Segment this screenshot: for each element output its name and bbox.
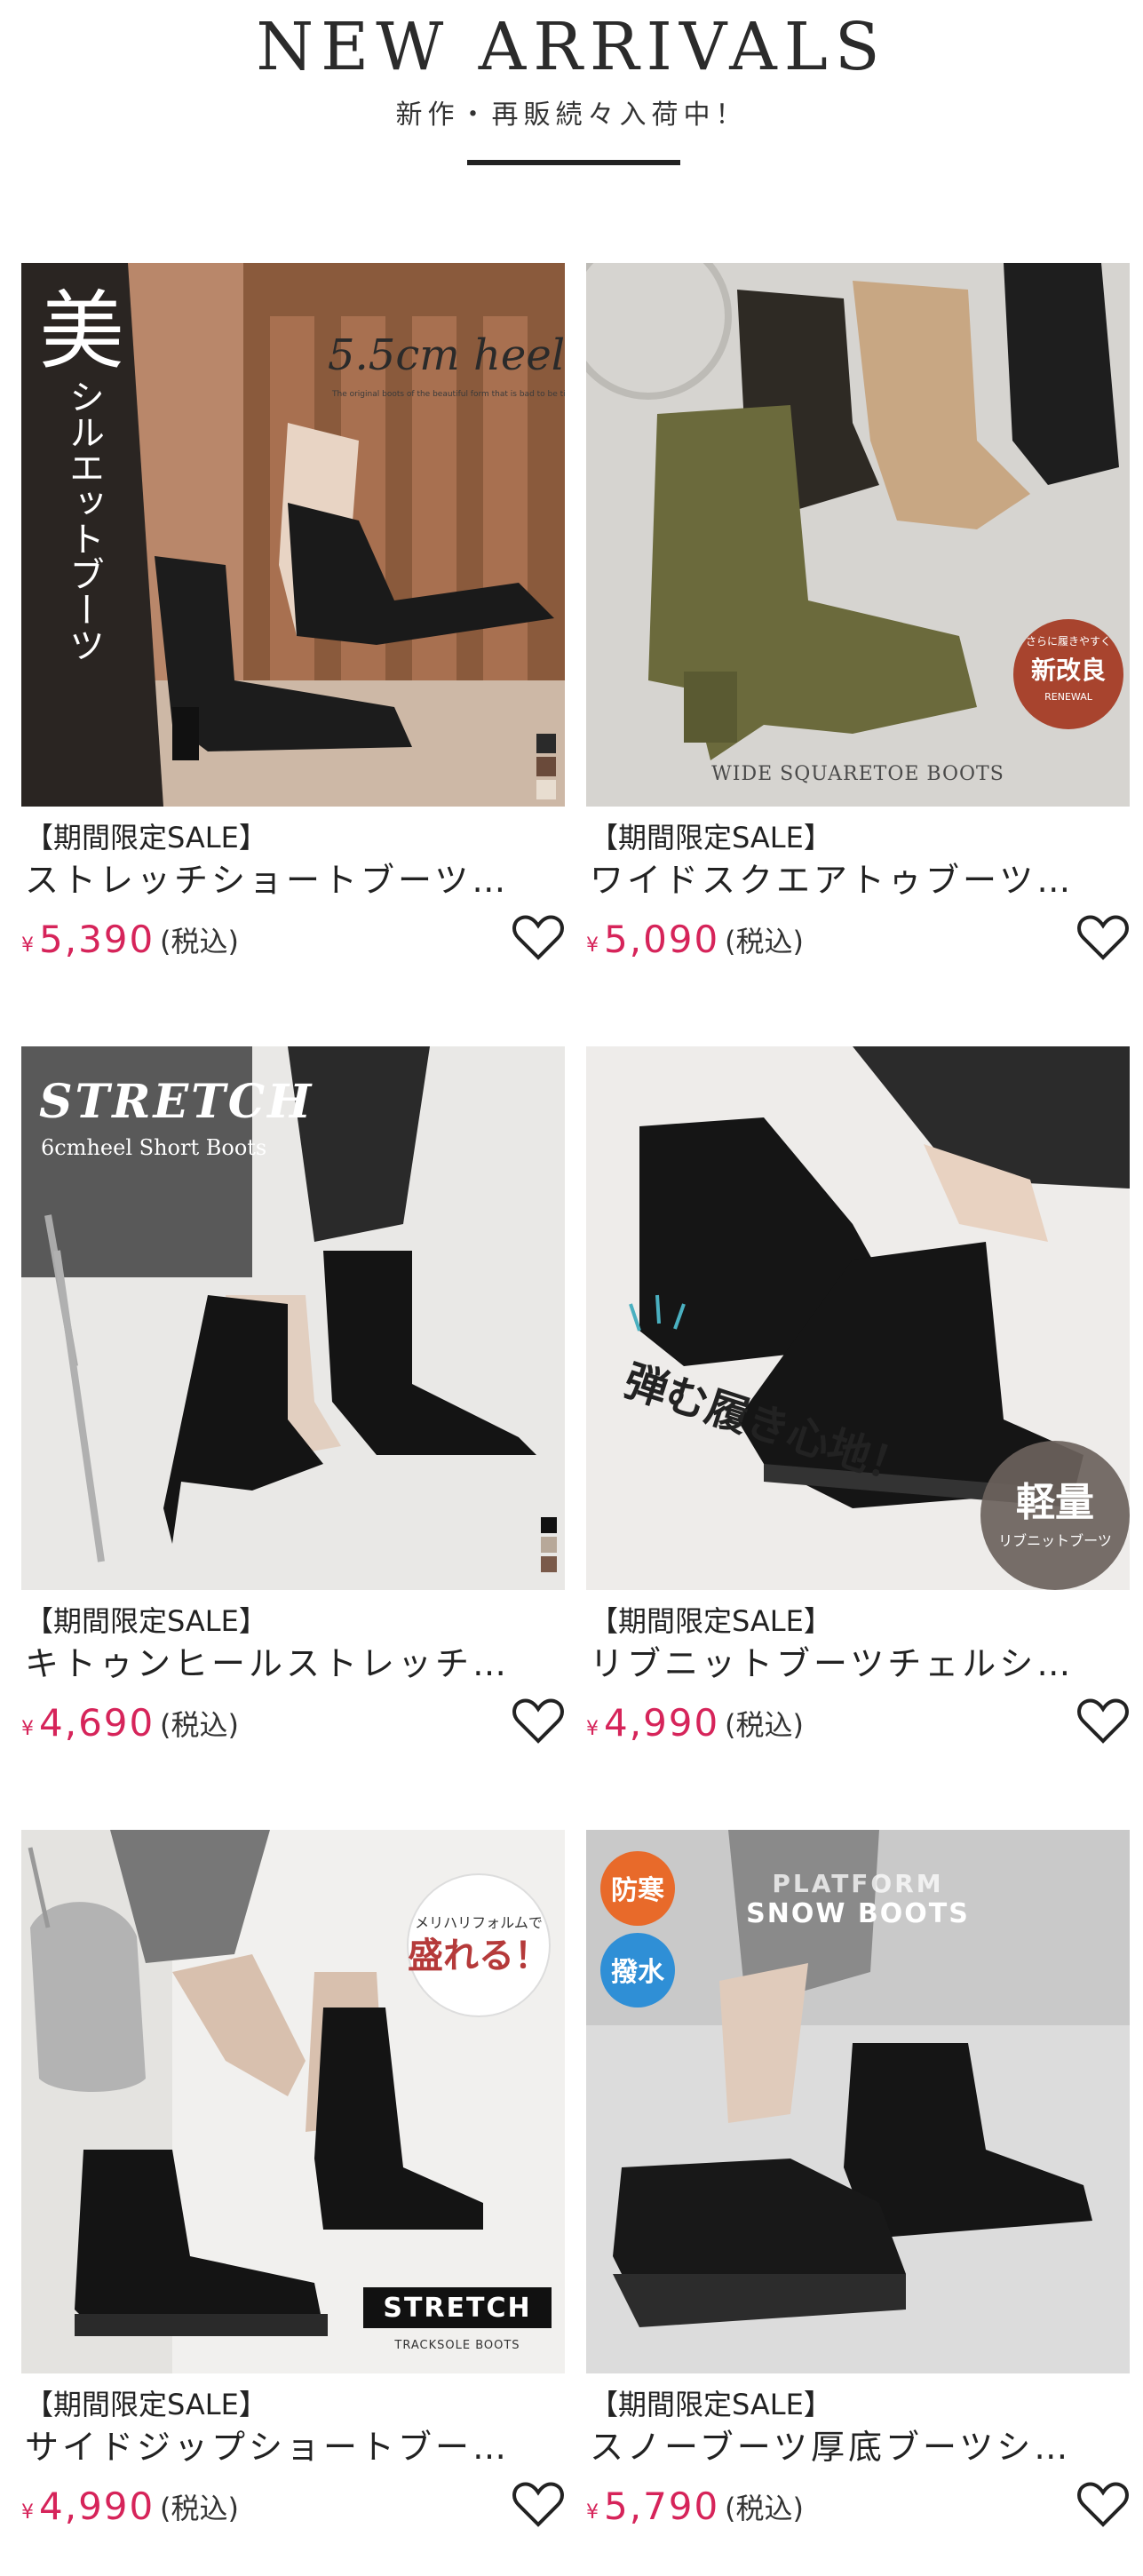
product-image[interactable]: 軽量 リブニットブーツ 弾む履き心地！ (586, 1046, 1130, 1590)
tax-label: (税込) (160, 925, 239, 958)
label-text: STRETCH (383, 2293, 531, 2324)
heart-outline-icon[interactable] (1076, 913, 1130, 963)
product-name[interactable]: ワイドスクエアトゥブーツ… (590, 858, 1123, 902)
tax-label: (税込) (160, 1708, 239, 1742)
currency-symbol: ¥ (586, 1718, 599, 1740)
currency-symbol: ¥ (21, 1718, 34, 1740)
tax-label: (税込) (725, 925, 804, 958)
image-vertical-text: シルエットブーツ (63, 378, 104, 663)
badge-big-text: 新改良 (1031, 656, 1106, 685)
badge-water-text: 撥水 (611, 1957, 665, 1988)
price-row: ¥ 4,990 (税込) (21, 2480, 565, 2533)
page-subtitle: 新作・再販続々入荷中！ (395, 99, 748, 131)
badge-warm-text: 防寒 (611, 1875, 664, 1906)
currency-symbol: ¥ (586, 934, 599, 957)
image-script-text: 5.5cm heel (328, 330, 565, 380)
sale-tag: 【期間限定SALE】 (590, 1604, 832, 1638)
heart-outline-icon[interactable] (1076, 2480, 1130, 2530)
tax-label: (税込) (725, 2492, 804, 2525)
price-row: ¥ 4,690 (税込) (21, 1697, 565, 1750)
bubble-big-text: 盛れる！ (408, 1936, 550, 1976)
product-image[interactable]: 防寒 撥水 PLATFORM SNOW BOOTS (586, 1830, 1130, 2373)
product-price: 4,690 (39, 1701, 155, 1745)
sale-tag: 【期間限定SALE】 (590, 2388, 832, 2421)
product-image[interactable]: STRETCH 6cmheel Short Boots (21, 1046, 565, 1590)
title-underline (467, 160, 680, 165)
currency-symbol: ¥ (586, 2501, 599, 2524)
sale-tag: 【期間限定SALE】 (25, 821, 267, 855)
image-headline-1: PLATFORM (772, 1869, 943, 1898)
product-price: 5,390 (39, 918, 155, 961)
product-name[interactable]: スノーブーツ厚底ブーツシ… (590, 2425, 1123, 2469)
product-price: 4,990 (604, 1701, 720, 1745)
tax-label: (税込) (725, 1708, 804, 1742)
product-name[interactable]: ストレッチショートブーツ… (25, 858, 558, 902)
image-caption: The original boots of the beautiful form… (331, 390, 565, 399)
product-name[interactable]: キトゥンヒールストレッチ… (25, 1642, 558, 1686)
product-name[interactable]: サイドジップショートブー… (25, 2425, 558, 2469)
image-big-kanji: 美 (39, 282, 124, 381)
page-title: NEW ARRIVALS (256, 9, 887, 85)
product-price: 5,790 (604, 2485, 720, 2528)
currency-symbol: ¥ (21, 2501, 34, 2524)
product-price: 4,990 (39, 2485, 155, 2528)
product-image[interactable]: メリハリフォルムで 盛れる！ STRETCH TRACKSOLE BOOTS (21, 1830, 565, 2373)
heart-outline-icon[interactable] (1076, 1697, 1130, 1746)
product-price: 5,090 (604, 918, 720, 961)
product-image[interactable]: さらに履きやすく 新改良 RENEWAL WIDE SQUARETOE BOOT… (586, 263, 1130, 807)
label-sub-text: TRACKSOLE BOOTS (393, 2339, 520, 2352)
price-row: ¥ 4,990 (税込) (586, 1697, 1130, 1750)
badge-sub-text: RENEWAL (1044, 691, 1093, 703)
image-headline: STRETCH (39, 1075, 314, 1129)
image-caption: WIDE SQUARETOE BOOTS (711, 763, 1004, 785)
sale-tag: 【期間限定SALE】 (25, 1604, 267, 1638)
price-row: ¥ 5,390 (税込) (21, 913, 565, 966)
product-name[interactable]: リブニットブーツチェルシ… (590, 1642, 1123, 1686)
product-image[interactable]: 美 シルエットブーツ 5.5cm heel The original boots… (21, 263, 565, 807)
price-row: ¥ 5,090 (税込) (586, 913, 1130, 966)
image-subheadline: 6cmheel Short Boots (41, 1135, 266, 1160)
price-row: ¥ 5,790 (税込) (586, 2480, 1130, 2533)
currency-symbol: ¥ (21, 934, 34, 957)
badge-small-text: さらに履きやすく (1026, 635, 1111, 648)
bubble-small-text: メリハリフォルムで (415, 1914, 543, 1931)
sale-tag: 【期間限定SALE】 (590, 821, 832, 855)
heart-outline-icon[interactable] (512, 913, 565, 963)
heart-outline-icon[interactable] (512, 2480, 565, 2530)
image-headline-2: SNOW BOOTS (746, 1898, 970, 1929)
heart-outline-icon[interactable] (512, 1697, 565, 1746)
badge-big-text: 軽量 (1016, 1480, 1094, 1525)
sale-tag: 【期間限定SALE】 (25, 2388, 267, 2421)
badge-sub-text: リブニットブーツ (998, 1532, 1112, 1549)
tax-label: (税込) (160, 2492, 239, 2525)
